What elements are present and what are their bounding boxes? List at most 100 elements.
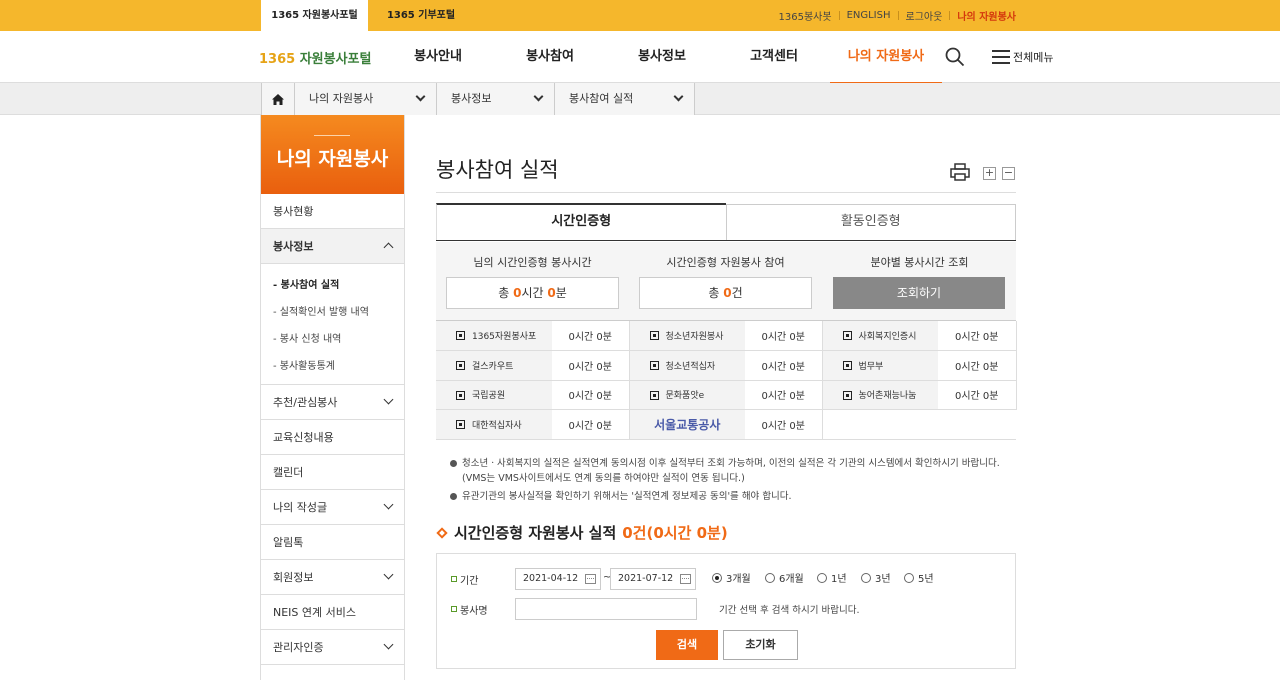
- home-icon: [272, 93, 284, 105]
- sidebar-item[interactable]: 관리자인증: [261, 630, 404, 665]
- utility-links: 1365봉사봇 ENGLISH 로그아웃 나의 자원봉사: [779, 0, 1017, 31]
- breadcrumb-dropdown-3[interactable]: 봉사참여 실적: [555, 83, 695, 115]
- date-to-input[interactable]: 2021-07-12: [610, 568, 696, 590]
- site-logo[interactable]: 1365 자원봉사포털: [259, 48, 371, 67]
- radio-3years[interactable]: 3년: [861, 570, 891, 585]
- sidebar-item-label: 봉사정보: [273, 240, 314, 253]
- org-name: 대한적십자사: [472, 420, 522, 431]
- period-label: 기간: [451, 572, 478, 587]
- org-hours: 0시간 0분: [745, 380, 823, 410]
- radio-3months[interactable]: 3개월: [712, 570, 751, 585]
- lookup-button[interactable]: 조회하기: [833, 277, 1005, 309]
- link-my-volunteer[interactable]: 나의 자원봉사: [957, 8, 1016, 23]
- org-logo-seoul-metro[interactable]: 서울교통공사: [629, 409, 745, 440]
- sidebar-item-label: 캘린더: [273, 466, 304, 479]
- divider: [436, 192, 1016, 193]
- breadcrumb-dropdown-2[interactable]: 봉사정보: [437, 83, 555, 115]
- org-hours: 0시간 0분: [552, 409, 630, 440]
- note-item: 청소년ㆍ사회복지의 실적은 실적연계 동의시점 이후 실적부터 조회 가능하며,…: [450, 456, 1010, 486]
- sidebar-item[interactable]: 추천/관심봉사: [261, 385, 404, 420]
- site-header: 1365 자원봉사포털 봉사안내 봉사참여 봉사정보 고객센터 나의 자원봉사 …: [0, 31, 1280, 84]
- nav-guide[interactable]: 봉사안내: [382, 31, 494, 83]
- radio-icon: [712, 572, 722, 583]
- org-name: 농어촌재능나눔: [858, 391, 917, 402]
- section-title-text: 시간인증형 자원봉사 실적: [454, 524, 617, 542]
- org-link[interactable]: 국립공원: [436, 380, 552, 410]
- logo-text: 자원봉사포털: [295, 52, 372, 67]
- link-bot[interactable]: 1365봉사봇: [779, 8, 832, 23]
- tab-volunteer-portal[interactable]: 1365 자원봉사포털: [261, 0, 368, 31]
- org-link[interactable]: 농어촌재능나눔: [822, 380, 938, 410]
- radio-5years[interactable]: 5년: [904, 570, 934, 585]
- nav-participate[interactable]: 봉사참여: [494, 31, 606, 83]
- org-link[interactable]: 사회복지인증시: [822, 321, 938, 351]
- table-row: 국립공원 0시간 0분 문화품앗e 0시간 0분 농어촌재능나눔 0시간 0분: [436, 380, 1017, 410]
- sidebar-item-label: 봉사현황: [273, 205, 314, 218]
- full-menu-button[interactable]: 전체메뉴: [992, 47, 1053, 67]
- calendar-icon[interactable]: [585, 574, 596, 584]
- sidebar-item[interactable]: 회원정보: [261, 560, 404, 595]
- org-link[interactable]: 청소년적십자: [629, 350, 745, 381]
- sidebar-item[interactable]: 캘린더: [261, 455, 404, 490]
- volunteer-name-input[interactable]: [515, 598, 697, 620]
- nav-my-volunteer[interactable]: 나의 자원봉사: [830, 31, 942, 84]
- sidebar-item[interactable]: 알림톡: [261, 525, 404, 560]
- zoom-in-button[interactable]: +: [983, 167, 996, 180]
- nav-support[interactable]: 고객센터: [718, 31, 830, 83]
- summary-count: 시간인증형 자원봉사 참여 총 0건: [629, 242, 822, 320]
- diamond-icon: [436, 526, 448, 539]
- sidebar-item[interactable]: 나의 작성글: [261, 490, 404, 525]
- search-button[interactable]: 검색: [656, 630, 718, 660]
- org-name: 청소년적십자: [665, 361, 716, 372]
- org-hours: 0시간 0분: [745, 321, 823, 351]
- chevron-down-icon: [383, 569, 394, 580]
- radio-1year[interactable]: 1년: [817, 570, 847, 585]
- org-link[interactable]: 청소년자원봉사: [629, 321, 745, 351]
- org-link-icon: [842, 390, 852, 400]
- sidebar-item-label: 관리자인증: [273, 641, 324, 654]
- top-utility-bar: 1365 자원봉사포털 1365 기부포털 1365봉사봇 ENGLISH 로그…: [0, 0, 1280, 31]
- sidebar-item-info[interactable]: 봉사정보: [261, 229, 404, 264]
- org-name: 1365자원봉사포: [472, 332, 537, 342]
- sidebar-sub-certificate[interactable]: - 실적확인서 발행 내역: [261, 299, 404, 326]
- link-logout[interactable]: 로그아웃: [906, 8, 943, 23]
- org-link[interactable]: 1365자원봉사포: [436, 321, 552, 351]
- divider: [949, 11, 951, 20]
- summary-count-value: 총 0건: [639, 277, 812, 309]
- sidebar-sub-record[interactable]: - 봉사참여 실적: [261, 272, 404, 299]
- tab-activity-cert[interactable]: 활동인증형: [725, 204, 1016, 240]
- print-icon[interactable]: [950, 163, 970, 181]
- org-link[interactable]: 문화품앗e: [629, 380, 745, 410]
- search-icon[interactable]: [945, 47, 965, 67]
- sidebar-item-status[interactable]: 봉사현황: [261, 194, 404, 229]
- org-link[interactable]: 걸스카우트: [436, 350, 552, 381]
- sidebar-item[interactable]: 교육신청내용: [261, 420, 404, 455]
- sidebar-item-label: 교육신청내용: [273, 431, 334, 444]
- sidebar-item-label: 회원정보: [273, 571, 314, 584]
- zoom-out-button[interactable]: −: [1002, 167, 1015, 180]
- org-hours: 0시간 0분: [552, 350, 630, 381]
- nav-info[interactable]: 봉사정보: [606, 31, 718, 83]
- radio-6months[interactable]: 6개월: [765, 570, 804, 585]
- sidebar-item[interactable]: NEIS 연계 서비스: [261, 595, 404, 630]
- sidebar-sub-applications[interactable]: - 봉사 신청 내역: [261, 326, 404, 353]
- org-link[interactable]: 대한적십자사: [436, 409, 552, 440]
- date-from-input[interactable]: 2021-04-12: [515, 568, 601, 590]
- org-link[interactable]: 법무부: [822, 350, 938, 381]
- name-label: 봉사명: [451, 602, 488, 617]
- tab-time-cert[interactable]: 시간인증형: [436, 203, 726, 240]
- note-item: 유관기관의 봉사실적을 확인하기 위해서는 '실적연계 정보제공 동의'를 해야…: [450, 489, 1010, 504]
- chevron-down-icon: [383, 499, 394, 510]
- tab-donation-portal[interactable]: 1365 기부포털: [368, 0, 474, 31]
- divider: [838, 11, 840, 20]
- org-hours: 0시간 0분: [552, 380, 630, 410]
- hamburger-icon: [992, 50, 1010, 64]
- breadcrumb-dropdown-1[interactable]: 나의 자원봉사: [295, 83, 437, 115]
- reset-button[interactable]: 초기화: [723, 630, 798, 660]
- home-button[interactable]: [261, 83, 295, 115]
- calendar-icon[interactable]: [680, 574, 691, 584]
- table-row: 대한적십자사 0시간 0분 서울교통공사 0시간 0분: [436, 409, 1016, 440]
- link-english[interactable]: ENGLISH: [847, 10, 891, 21]
- breadcrumb-label: 봉사정보: [451, 92, 492, 105]
- sidebar-sub-statistics[interactable]: - 봉사활동통계: [261, 353, 404, 380]
